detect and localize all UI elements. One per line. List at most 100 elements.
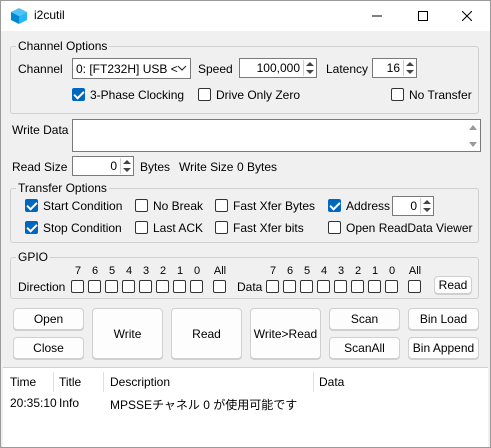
data-bit-label: 4 xyxy=(320,265,328,277)
data-bit-checkbox[interactable] xyxy=(334,280,347,293)
latency-input[interactable]: 16 xyxy=(372,58,417,78)
direction-bit-checkbox[interactable] xyxy=(139,280,152,293)
fast-xfer-bits-label: Fast Xfer bits xyxy=(233,221,304,235)
read-size-label: Read Size xyxy=(12,160,68,174)
direction-all-label: All xyxy=(213,265,227,277)
read-size-unit: Bytes xyxy=(140,160,171,174)
write-data-input[interactable] xyxy=(72,119,481,152)
drive-only-zero-checkbox[interactable] xyxy=(198,88,211,101)
direction-bit-label: 0 xyxy=(193,265,201,277)
minimize-icon xyxy=(372,15,382,17)
read-button[interactable]: Read xyxy=(171,308,242,359)
scroll-up-icon[interactable] xyxy=(469,125,477,130)
bin-append-button[interactable]: Bin Append xyxy=(408,337,479,359)
channel-select-value: 0: [FT232H] USB < xyxy=(76,62,178,76)
data-bit-label: 3 xyxy=(337,265,345,277)
data-bit-checkbox[interactable] xyxy=(368,280,381,293)
cube-icon xyxy=(11,8,27,24)
write-read-button[interactable]: Write>Read xyxy=(250,308,321,359)
address-input[interactable]: 0 xyxy=(392,196,434,216)
data-all-checkbox[interactable] xyxy=(408,280,421,293)
gpio-title: GPIO xyxy=(16,250,51,264)
stop-condition-label: Stop Condition xyxy=(43,221,122,235)
address-label: Address xyxy=(346,199,391,213)
channel-options-group xyxy=(10,46,479,114)
data-bit-checkbox[interactable] xyxy=(385,280,398,293)
fast-xfer-bits-checkbox[interactable] xyxy=(215,221,228,234)
write-data-label: Write Data xyxy=(12,123,69,137)
data-bit-label: 5 xyxy=(303,265,311,277)
write-size-label: Write Size xyxy=(179,160,234,174)
column-header-description[interactable]: Description xyxy=(110,375,170,389)
drive-only-zero-label: Drive Only Zero xyxy=(216,88,301,102)
transfer-options-title: Transfer Options xyxy=(16,181,109,195)
data-bit-checkbox[interactable] xyxy=(351,280,364,293)
minimize-button[interactable] xyxy=(354,1,400,31)
close-button[interactable]: Close xyxy=(13,337,84,359)
direction-bit-checkbox[interactable] xyxy=(190,280,203,293)
direction-all-checkbox[interactable] xyxy=(213,280,226,293)
three-phase-checkbox[interactable] xyxy=(72,88,85,101)
direction-bit-checkbox[interactable] xyxy=(173,280,186,293)
column-header-title[interactable]: Title xyxy=(59,375,81,389)
direction-bit-checkbox[interactable] xyxy=(122,280,135,293)
close-window-button[interactable] xyxy=(444,1,490,31)
address-value: 0 xyxy=(410,199,417,213)
stop-condition-checkbox[interactable] xyxy=(25,221,38,234)
fast-xfer-bytes-checkbox[interactable] xyxy=(215,199,228,212)
channel-label: Channel xyxy=(18,62,63,76)
data-bit-checkbox[interactable] xyxy=(266,280,279,293)
scan-button[interactable]: Scan xyxy=(329,308,400,330)
read-size-spinner[interactable] xyxy=(120,158,132,174)
app-window: i2cutil Channel Options Channel 0: [FT23… xyxy=(0,0,491,448)
three-phase-label: 3-Phase Clocking xyxy=(90,88,185,102)
data-all-label: All xyxy=(408,265,422,277)
latency-spinner[interactable] xyxy=(403,60,415,76)
address-checkbox[interactable] xyxy=(328,199,341,212)
no-break-checkbox[interactable] xyxy=(135,199,148,212)
scroll-down-icon[interactable] xyxy=(469,142,477,147)
speed-input[interactable]: 100,000 xyxy=(239,58,317,78)
gpio-read-button[interactable]: Read xyxy=(434,276,472,294)
last-ack-label: Last ACK xyxy=(153,221,204,235)
data-bit-checkbox[interactable] xyxy=(300,280,313,293)
open-button[interactable]: Open xyxy=(13,308,84,330)
address-spinner[interactable] xyxy=(420,198,432,214)
maximize-button[interactable] xyxy=(400,1,446,31)
no-transfer-checkbox[interactable] xyxy=(391,88,404,101)
direction-bit-label: 2 xyxy=(159,265,167,277)
open-readdata-viewer-checkbox[interactable] xyxy=(328,221,341,234)
direction-bit-checkbox[interactable] xyxy=(156,280,169,293)
scan-all-button[interactable]: ScanAll xyxy=(329,337,400,359)
direction-bit-checkbox[interactable] xyxy=(71,280,84,293)
last-ack-checkbox[interactable] xyxy=(135,221,148,234)
log-list[interactable]: Time Title Description Data 20:35:10 Inf… xyxy=(3,367,488,447)
data-bit-label: 1 xyxy=(371,265,379,277)
title-bar[interactable]: i2cutil xyxy=(1,1,490,31)
latency-value: 16 xyxy=(386,61,400,75)
write-size-value: 0 Bytes xyxy=(237,160,278,174)
data-bit-label: 2 xyxy=(354,265,362,277)
channel-options-title: Channel Options xyxy=(16,39,110,53)
direction-bit-label: 6 xyxy=(91,265,99,277)
column-header-time[interactable]: Time xyxy=(10,375,36,389)
direction-bit-label: 3 xyxy=(142,265,150,277)
direction-bit-checkbox[interactable] xyxy=(88,280,101,293)
write-button[interactable]: Write xyxy=(92,308,163,359)
speed-spinner[interactable] xyxy=(303,60,315,76)
read-size-input[interactable]: 0 xyxy=(72,156,134,176)
fast-xfer-bytes-label: Fast Xfer Bytes xyxy=(233,199,316,213)
data-label: Data xyxy=(237,280,263,294)
speed-label: Speed xyxy=(198,62,233,76)
column-header-data[interactable]: Data xyxy=(319,375,344,389)
start-condition-checkbox[interactable] xyxy=(25,199,38,212)
no-transfer-label: No Transfer xyxy=(409,88,472,102)
row-title: Info xyxy=(59,396,80,410)
data-bit-checkbox[interactable] xyxy=(317,280,330,293)
channel-select[interactable]: 0: [FT232H] USB < xyxy=(72,58,191,79)
start-condition-label: Start Condition xyxy=(43,199,123,213)
bin-load-button[interactable]: Bin Load xyxy=(408,308,479,330)
row-description: MPSSEチャネル 0 が使用可能です xyxy=(110,398,298,412)
data-bit-checkbox[interactable] xyxy=(283,280,296,293)
direction-bit-checkbox[interactable] xyxy=(105,280,118,293)
